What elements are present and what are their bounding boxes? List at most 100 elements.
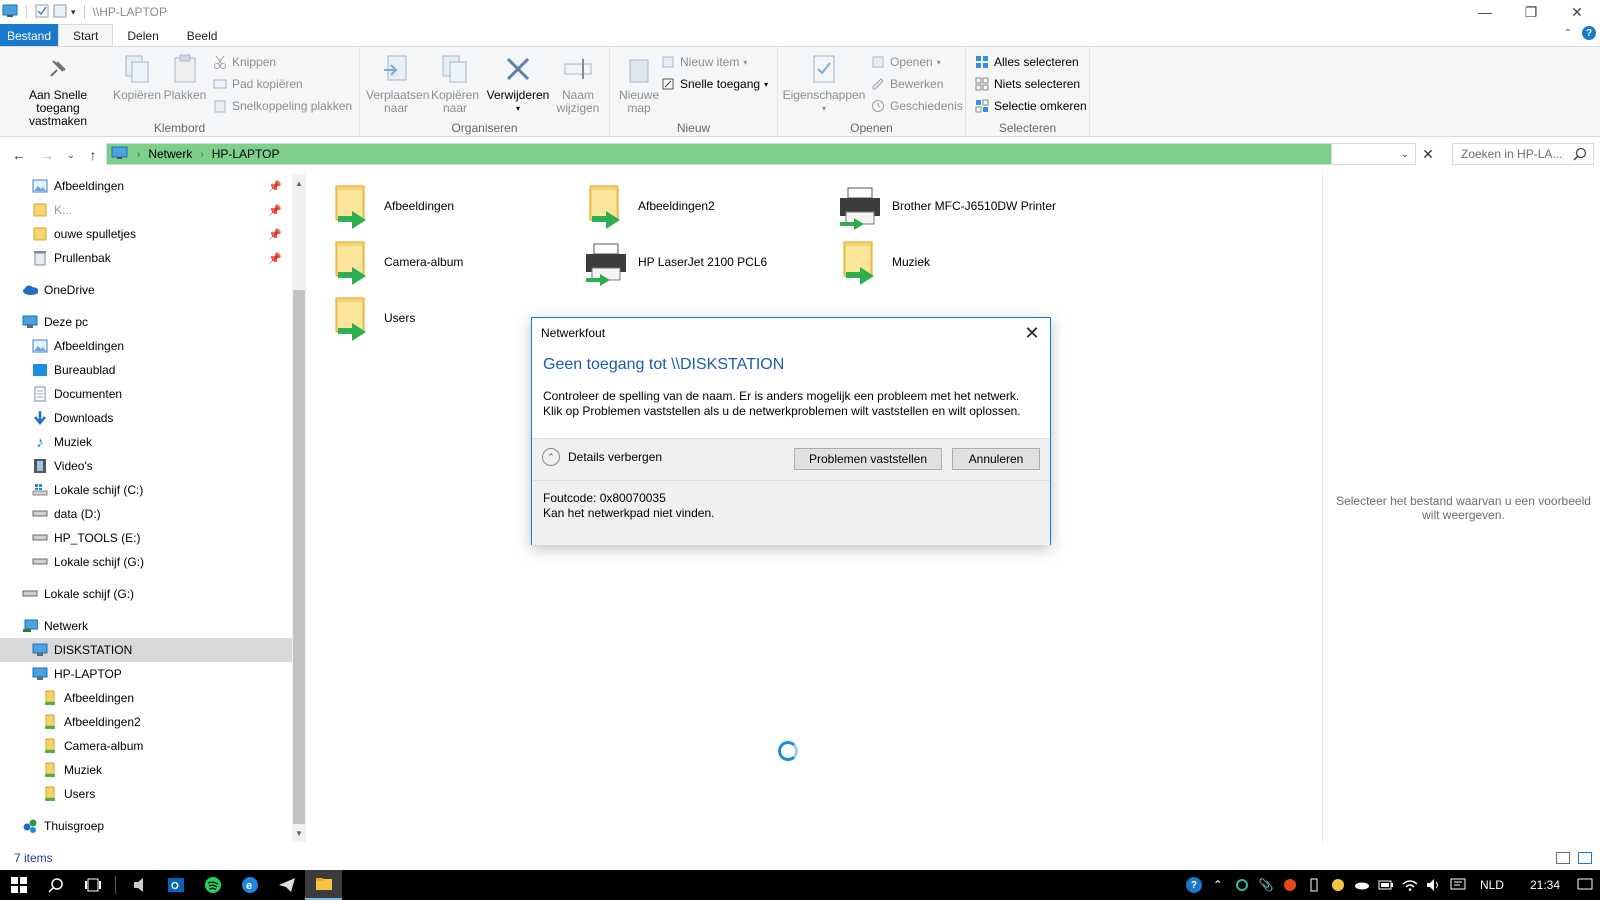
rename-button[interactable]: Naam wijzigen [552,53,604,115]
breadcrumb-chevron[interactable]: › [200,149,203,160]
large-icons-view-icon[interactable] [1578,852,1592,864]
nav-item-afbeeldingen-pinned[interactable]: Afbeeldingen 📌 [0,174,292,198]
up-button[interactable]: ↑ [82,144,104,166]
invert-selection-button[interactable]: Selectie omkeren [974,96,1087,116]
pin-icon[interactable]: 📌 [268,252,282,265]
printer-tile-brother[interactable]: Brother MFC-J6510DW Printer [836,181,1056,231]
share-tile-camera-album[interactable]: Camera-album [328,237,463,287]
breadcrumb-chevron[interactable]: › [137,149,140,160]
history-button[interactable]: Geschiedenis [870,96,963,116]
nav-item-bureaublad[interactable]: Bureaublad [0,358,292,382]
help-tray-icon[interactable]: ? [1182,870,1206,900]
nav-item-share-afbeeldingen[interactable]: Afbeeldingen [0,686,292,710]
easy-access-button[interactable]: Snelle toegang ▾ [660,74,768,94]
wifi-icon[interactable] [1398,870,1422,900]
address-bar[interactable]: › Netwerk › HP-LAPTOP [106,143,1332,165]
copy-path-button[interactable]: Pad kopiëren [212,74,303,94]
scroll-up-arrow[interactable]: ▲ [292,176,306,190]
select-none-button[interactable]: Niets selecteren [974,74,1080,94]
properties-dropdown-icon[interactable]: ▾ [782,102,866,115]
tab-file[interactable]: Bestand [0,24,59,47]
details-view-icon[interactable] [1556,852,1570,864]
cut-button[interactable]: Knippen [212,52,276,72]
nav-item-diskstation[interactable]: DISKSTATION [0,638,292,662]
cancel-button[interactable]: Annuleren [952,448,1040,470]
customize-quick-access-icon[interactable]: ▾ [71,7,76,18]
printer-tile-hp-laserjet[interactable]: HP LaserJet 2100 PCL6 [582,237,767,287]
nav-item-onedrive[interactable]: OneDrive [0,278,292,302]
nav-item-share-users[interactable]: Users [0,782,292,806]
volume-icon[interactable] [1422,870,1446,900]
nav-item-drive-c[interactable]: Lokale schijf (C:) [0,478,292,502]
nav-item-drive-d[interactable]: data (D:) [0,502,292,526]
explorer-app-icon[interactable] [2,4,18,21]
new-folder-button[interactable]: Nieuwe map [614,53,664,115]
properties-button[interactable]: Eigenschappen ▾ [782,53,866,115]
copy-to-button[interactable]: Kopiëren naar [426,53,484,115]
diagnose-button[interactable]: Problemen vaststellen [794,448,942,470]
share-tile-afbeeldingen2[interactable]: Afbeeldingen2 [582,181,715,231]
delete-button[interactable]: Verwijderen ▾ [486,53,550,115]
collapse-ribbon-icon[interactable]: ⌃ [1564,28,1572,39]
nav-item-thuisgroep[interactable]: Thuisgroep [0,814,292,838]
sync-tray-icon[interactable] [1230,870,1254,900]
nav-item-share-camera-album[interactable]: Camera-album [0,734,292,758]
dialog-close-button[interactable]: ✕ [1022,323,1042,343]
battery-icon[interactable] [1374,870,1398,900]
nav-item-hp-laptop[interactable]: HP-LAPTOP [0,662,292,686]
telegram-button[interactable] [268,870,305,900]
properties-quick-icon[interactable] [35,4,49,21]
forward-button[interactable]: → [36,144,58,166]
nav-item-this-pc[interactable]: Deze pc [0,310,292,334]
close-window-button[interactable]: ✕ [1554,0,1600,24]
spotify-button[interactable] [194,870,231,900]
search-taskbar-button[interactable] [37,870,74,900]
nav-item-k-pinned[interactable]: K... 📌 [0,198,292,222]
app-tray-icon[interactable] [1278,870,1302,900]
share-tile-users[interactable]: Users [328,293,415,343]
nav-item-afbeeldingen[interactable]: Afbeeldingen [0,334,292,358]
outlook-button[interactable]: O [157,870,194,900]
edge-button[interactable]: e [231,870,268,900]
nav-item-documenten[interactable]: Documenten [0,382,292,406]
share-tile-afbeeldingen[interactable]: Afbeeldingen [328,181,454,231]
nav-item-share-afbeeldingen2[interactable]: Afbeeldingen2 [0,710,292,734]
move-to-button[interactable]: Verplaatsen naar [366,53,429,115]
emoji-tray-icon[interactable] [1326,870,1350,900]
breadcrumb-hp-laptop[interactable]: HP-LAPTOP [212,147,280,161]
action-center-icon[interactable] [1570,870,1600,900]
start-button[interactable] [0,870,37,900]
file-explorer-button[interactable] [305,870,342,900]
new-item-button[interactable]: Nieuw item ▾ [660,52,747,72]
edit-button[interactable]: Bewerken [870,74,943,94]
search-input[interactable]: Zoeken in HP-LA... [1452,143,1594,165]
open-button[interactable]: Openen ▾ [870,52,941,72]
nav-item-muziek[interactable]: ♪ Muziek [0,430,292,454]
tab-share[interactable]: Delen [113,24,172,47]
paperclip-tray-icon[interactable]: 📎 [1254,870,1278,900]
nav-item-drive-g-root[interactable]: Lokale schijf (G:) [0,582,292,606]
nav-item-drive-e[interactable]: HP_TOOLS (E:) [0,526,292,550]
tab-start[interactable]: Start [58,24,114,47]
back-button[interactable]: ← [8,144,30,166]
restore-button[interactable]: ❐ [1508,0,1554,24]
scroll-thumb[interactable] [293,290,305,824]
nav-item-netwerk[interactable]: Netwerk [0,614,292,638]
speaker-app-button[interactable] [120,870,157,900]
onedrive-tray-icon[interactable] [1350,870,1374,900]
pin-icon[interactable]: 📌 [268,204,282,217]
pin-quick-access-button[interactable]: Aan Snelle toegang vastmaken [6,53,110,128]
input-language[interactable]: NLD [1470,878,1514,892]
nav-item-drive-g[interactable]: Lokale schijf (G:) [0,550,292,574]
help-icon[interactable]: ? [1582,26,1596,40]
copy-button[interactable]: Kopiëren [112,53,162,102]
scroll-down-arrow[interactable]: ▼ [292,826,306,840]
select-all-button[interactable]: Alles selecteren [974,52,1079,72]
address-history-dropdown[interactable]: ⌄ [1332,143,1416,165]
notifications-icon[interactable] [1446,870,1470,900]
minimize-button[interactable]: — [1462,0,1508,24]
delete-dropdown-icon[interactable]: ▾ [486,102,550,115]
breadcrumb-network[interactable]: Netwerk [148,147,192,161]
nav-item-share-muziek[interactable]: Muziek [0,758,292,782]
recent-locations-button[interactable]: ⌄ [60,144,82,166]
